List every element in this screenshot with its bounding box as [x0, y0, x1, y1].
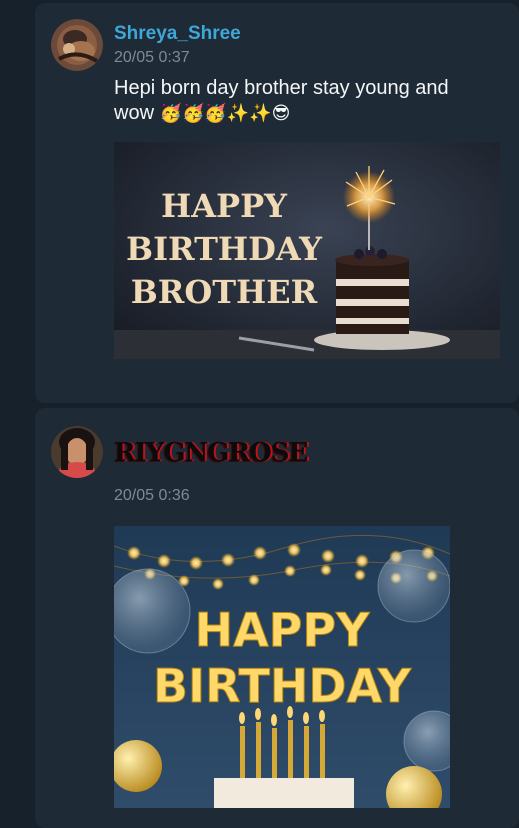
message-timestamp: 20/05 0:36 [114, 487, 190, 504]
image-line-3: BROTHER [131, 273, 318, 311]
image-line-1: HAPPY [161, 187, 288, 225]
birthday-image[interactable]: HAPPY BIRTHDAY [114, 526, 450, 808]
avatar[interactable] [51, 426, 103, 478]
image-line-2: BIRTHDAY [153, 659, 412, 713]
birthday-image-brother[interactable]: HAPPY BIRTHDAY BROTHER [114, 142, 500, 359]
image-line-2: BIRTHDAY [126, 230, 323, 268]
message-card[interactable]: Shreya_Shree 20/05 0:37 Hepi born day br… [35, 3, 519, 403]
message-text: Hepi born day brother stay young and wow… [114, 76, 494, 126]
message-card[interactable]: RIYGNGROSE 20/05 0:36 HAPPY BIRTHDAY [35, 408, 519, 828]
avatar[interactable] [51, 19, 103, 71]
author-name[interactable]: Shreya_Shree [114, 23, 241, 45]
image-line-1: HAPPY [195, 603, 371, 657]
author-name[interactable]: RIYGNGROSE [114, 438, 308, 468]
message-timestamp: 20/05 0:37 [114, 49, 190, 66]
message-emojis: 🥳🥳🥳✨✨😎 [159, 103, 291, 124]
